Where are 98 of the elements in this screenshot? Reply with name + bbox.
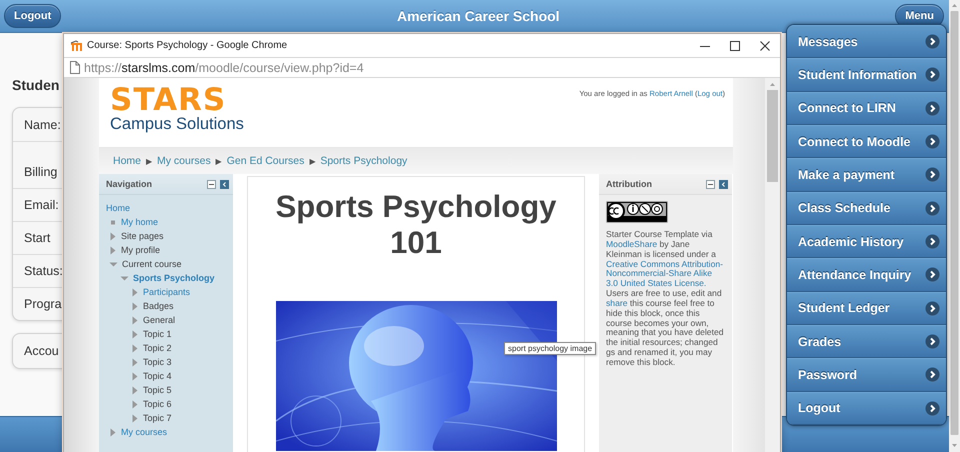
nav-item[interactable]: Current course — [122, 257, 182, 271]
chevron-icon — [925, 400, 940, 416]
close-icon[interactable] — [760, 40, 770, 50]
breadcrumb-separator: ▶ — [309, 156, 316, 166]
collapsed-triangle-icon[interactable] — [131, 288, 139, 296]
menu-item[interactable]: Student Ledger — [787, 292, 946, 325]
breadcrumb-separator: ▶ — [146, 156, 152, 166]
nav-item[interactable]: My home — [121, 215, 158, 229]
text-link[interactable]: Creative Commons Attribution- — [606, 260, 724, 270]
breadcrumb-link[interactable]: My courses — [157, 155, 211, 167]
nav-item[interactable]: General — [143, 313, 176, 327]
nav-item[interactable]: Topic 1 — [143, 327, 172, 341]
expanded-triangle-icon[interactable] — [109, 260, 118, 268]
block-title: Attribution — [606, 179, 652, 189]
collapsed-triangle-icon[interactable] — [131, 400, 139, 408]
menu-item[interactable]: Attendance Inquiry — [787, 258, 946, 292]
text-link[interactable]: MoodleShare — [606, 240, 658, 250]
address-field[interactable]: https://starslms.com/moodle/course/view.php?id=4 — [84, 60, 364, 74]
collapse-icon[interactable] — [207, 180, 216, 188]
menu-item[interactable]: Password — [787, 358, 946, 392]
course-title: Sports Psychology 101 — [274, 189, 558, 261]
window-title: Course: Sports Psychology - Google Chrome — [87, 40, 288, 51]
collapsed-triangle-icon[interactable] — [109, 428, 117, 436]
chevron-icon — [925, 167, 940, 182]
text-link[interactable]: share — [606, 298, 628, 309]
field-label: Status: — [24, 264, 63, 278]
dock-icon[interactable] — [719, 180, 728, 188]
collapse-icon[interactable] — [706, 180, 715, 188]
chevron-icon — [925, 334, 940, 350]
menu-item[interactable]: Make a payment — [787, 158, 946, 192]
chevron-icon — [925, 100, 940, 116]
collapsed-triangle-icon[interactable] — [131, 330, 139, 338]
nav-item[interactable]: Topic 5 — [143, 383, 172, 397]
section-heading: Studen — [12, 76, 60, 95]
chevron-icon — [925, 367, 940, 382]
site-logo-icon — [70, 40, 83, 52]
field-label: Email: — [24, 198, 59, 212]
nav-item[interactable]: Topic 4 — [143, 369, 172, 383]
collapsed-triangle-icon[interactable] — [109, 232, 117, 240]
nav-item[interactable]: Sports Psychology — [133, 271, 215, 285]
app-title: American Career School — [396, 8, 560, 24]
menu-item[interactable]: Academic History — [787, 224, 946, 258]
collapsed-triangle-icon[interactable] — [131, 414, 139, 422]
nav-item[interactable]: Topic 6 — [143, 397, 172, 411]
menu-item[interactable]: Connect to Moodle — [787, 124, 946, 158]
chevron-icon — [925, 267, 940, 282]
chevron-icon — [925, 234, 940, 250]
chevron-icon — [925, 200, 940, 216]
logout-button[interactable]: Logout — [4, 4, 62, 28]
breadcrumb-separator: ▶ — [216, 156, 222, 166]
logo-wordmark: STARS — [110, 86, 226, 114]
collapsed-triangle-icon[interactable] — [131, 358, 139, 366]
breadcrumb-link[interactable]: Home — [113, 155, 142, 167]
collapsed-triangle-icon[interactable] — [131, 372, 139, 380]
field-label: Name: — [24, 118, 61, 132]
nav-item[interactable]: Participants — [143, 285, 190, 299]
chevron-icon — [925, 34, 940, 50]
tooltip: sport psychology image — [504, 342, 596, 355]
attribution-text: Starter Course Template via MoodleShare by Jane Kleinman is licensed under a Creative Commons Attribution- Noncommercial-Share Alike 3.0 United States License. Users are free to use, edit and share this course feel free to hide this block, once this course becomes your own, meaning that you have deleted the initial resources; changed gs and renamed it, you may remove this block. — [606, 230, 725, 368]
field-label: Progra — [24, 297, 62, 311]
nav-item[interactable]: My profile — [121, 243, 160, 257]
maximize-icon[interactable] — [730, 40, 740, 50]
nav-item[interactable]: My courses — [121, 425, 168, 439]
dock-icon[interactable] — [220, 180, 229, 188]
scrollbar[interactable] — [765, 78, 780, 452]
text-link[interactable]: Noncommercial-Share Alike — [606, 269, 712, 280]
nav-item[interactable]: Topic 3 — [143, 355, 172, 369]
collapsed-triangle-icon[interactable] — [109, 246, 117, 254]
nav-item[interactable]: Home — [106, 201, 130, 215]
collapsed-triangle-icon[interactable] — [131, 302, 139, 310]
nav-item[interactable]: Site pages — [121, 229, 164, 243]
license-badge-icon[interactable] — [606, 201, 668, 223]
page-icon — [70, 61, 80, 74]
nav-item[interactable]: Topic 7 — [143, 411, 172, 425]
logo-tagline: Campus Solutions — [110, 116, 244, 132]
menu-item[interactable]: Logout — [787, 392, 946, 425]
menu-item[interactable]: Connect to LIRN — [787, 92, 946, 125]
menu-item[interactable]: Grades — [787, 324, 946, 358]
collapsed-triangle-icon[interactable] — [131, 386, 139, 394]
collapsed-triangle-icon[interactable] — [131, 316, 139, 324]
bullet-icon — [109, 218, 117, 226]
nav-item[interactable]: Badges — [143, 299, 174, 313]
block-title: Navigation — [106, 179, 152, 189]
text-link[interactable]: 3.0 United States License. — [606, 279, 706, 290]
nav-item[interactable]: Topic 2 — [143, 341, 172, 355]
menu-item[interactable]: Class Schedule — [787, 192, 946, 225]
chevron-icon — [925, 134, 940, 150]
chevron-icon — [925, 67, 940, 82]
collapsed-triangle-icon[interactable] — [131, 344, 139, 352]
breadcrumb-link[interactable]: Gen Ed Courses — [226, 155, 304, 167]
chevron-icon — [925, 300, 940, 316]
breadcrumb-link[interactable]: Sports Psychology — [320, 155, 408, 167]
menu-item[interactable]: Student Information — [787, 58, 946, 92]
card-label: Accou — [24, 344, 59, 358]
field-label: Billing — [24, 165, 58, 179]
expanded-triangle-icon[interactable] — [120, 274, 129, 282]
field-label: Start — [24, 231, 50, 245]
menu-item[interactable]: Messages — [787, 25, 946, 58]
